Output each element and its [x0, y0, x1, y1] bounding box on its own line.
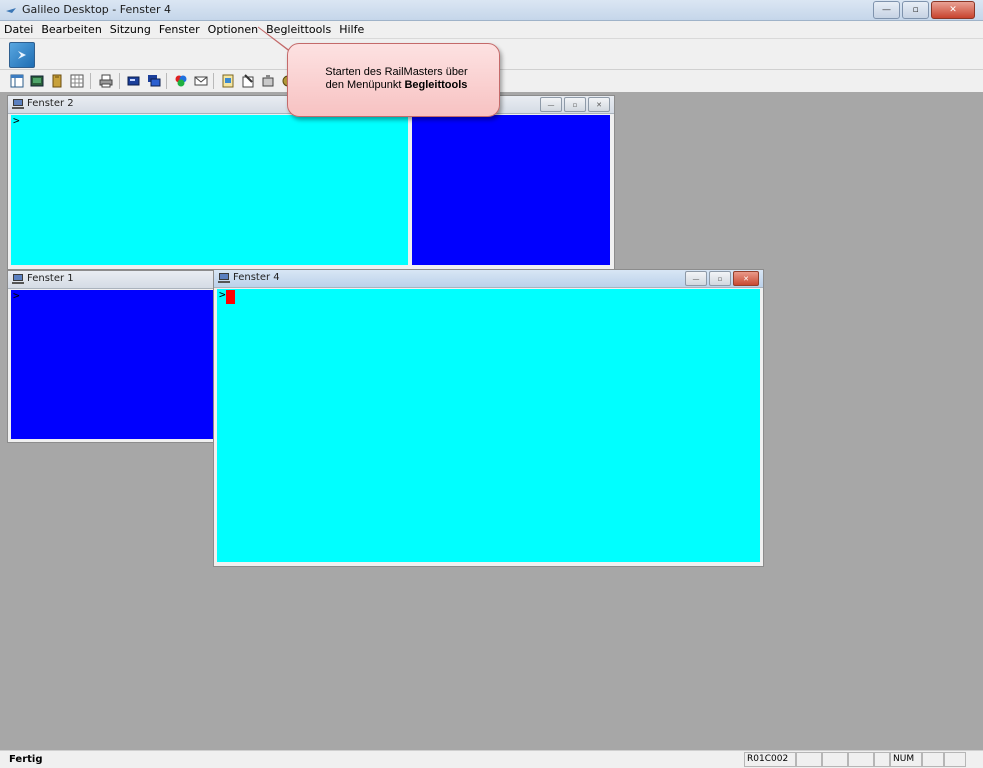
terminal-pane-left[interactable]: > [11, 114, 408, 265]
cursor-position-panel: R01C002 [744, 752, 796, 767]
terminal-window-icon [218, 273, 230, 283]
close-icon: ✕ [949, 5, 957, 15]
window-title: Fenster 1 [27, 273, 74, 284]
status-bar: Fertig R01C002 NUM [0, 750, 983, 768]
window-fenster-2[interactable]: Fenster 2 — ▫ ✕ > [7, 95, 615, 270]
text-cursor [226, 290, 235, 304]
status-panel [848, 752, 874, 767]
terminal-pane[interactable]: > [217, 288, 760, 562]
status-panel [796, 752, 822, 767]
terminal-window-icon [12, 274, 24, 284]
status-panel [874, 752, 890, 767]
status-panel [944, 752, 966, 767]
close-button[interactable]: ✕ [931, 1, 975, 19]
toolbar-separator [166, 73, 167, 89]
menu-fenster[interactable]: Fenster [155, 21, 204, 38]
callout-line-1: Starten des RailMasters über [325, 66, 468, 78]
maximize-icon: ▫ [572, 100, 578, 109]
minimize-button[interactable]: — [540, 97, 562, 112]
num-lock-indicator: NUM [890, 752, 922, 767]
menu-datei[interactable]: Datei [0, 21, 37, 38]
minimize-button[interactable]: — [873, 1, 900, 19]
menu-bar: Datei Bearbeiten Sitzung Fenster Optione… [0, 21, 983, 39]
terminal-window-icon [12, 99, 24, 109]
status-panel [922, 752, 944, 767]
callout-line-2-bold: Begleittools [404, 79, 468, 91]
color-palette-icon[interactable] [173, 73, 189, 89]
window-controls: — ▫ ✕ [871, 1, 975, 19]
close-button[interactable]: ✕ [733, 271, 759, 286]
window-layout-icon[interactable] [9, 73, 25, 89]
script-icon[interactable] [220, 73, 236, 89]
terminal-pane[interactable]: > [11, 289, 216, 439]
app-title-bar: Galileo Desktop - Fenster 4 — ▫ ✕ [0, 0, 983, 21]
minimize-icon: — [692, 274, 700, 283]
callout-line-2-prefix: den Menüpunkt [325, 79, 405, 91]
maximize-button[interactable]: ▫ [709, 271, 731, 286]
grid-icon[interactable] [69, 73, 85, 89]
terminal-prompt: > [219, 288, 226, 301]
minimize-icon: — [882, 5, 891, 15]
arrow-right-icon [18, 51, 26, 59]
window-fenster-4[interactable]: Fenster 4 — ▫ ✕ > [213, 269, 764, 567]
toolbar-separator [90, 73, 91, 89]
terminal-icon[interactable] [29, 73, 45, 89]
maximize-icon: ▫ [717, 274, 723, 283]
maximize-button[interactable]: ▫ [902, 1, 929, 19]
maximize-button[interactable]: ▫ [564, 97, 586, 112]
minimize-icon: — [547, 100, 555, 109]
callout-text: Starten des RailMasters über den Menüpun… [304, 66, 489, 92]
close-button[interactable]: ✕ [588, 97, 610, 112]
railmaster-launch-button[interactable] [9, 42, 35, 68]
close-icon: ✕ [596, 100, 602, 109]
book-icon[interactable] [49, 73, 65, 89]
close-icon: ✕ [743, 274, 749, 283]
menu-hilfe[interactable]: Hilfe [335, 21, 368, 38]
mdi-workspace: Fenster 2 — ▫ ✕ > Fenster 1 > Fenster 4 … [7, 93, 980, 748]
callout-annotation: Starten des RailMasters über den Menüpun… [287, 43, 500, 117]
copy-screen-icon[interactable] [146, 73, 162, 89]
print-icon[interactable] [98, 73, 114, 89]
terminal-prompt: > [13, 114, 20, 127]
screen-icon[interactable] [126, 73, 142, 89]
app-title: Galileo Desktop - Fenster 4 [22, 3, 172, 16]
window-title: Fenster 2 [27, 98, 74, 109]
menu-sitzung[interactable]: Sitzung [106, 21, 155, 38]
status-text: Fertig [9, 754, 43, 765]
window-controls: — ▫ ✕ [683, 271, 759, 286]
toolbar-separator [213, 73, 214, 89]
window-fenster-1[interactable]: Fenster 1 > [7, 270, 219, 443]
restore-icon: ▫ [912, 5, 919, 15]
terminal-pane-right[interactable] [412, 115, 610, 265]
minimize-button[interactable]: — [685, 271, 707, 286]
menu-bearbeiten[interactable]: Bearbeiten [37, 21, 105, 38]
window-title-bar[interactable]: Fenster 1 [8, 271, 218, 289]
status-panel [822, 752, 848, 767]
toolbar-separator [119, 73, 120, 89]
terminal-prompt: > [13, 289, 20, 302]
galileo-app-icon [6, 8, 16, 13]
window-title-bar[interactable]: Fenster 4 — ▫ ✕ [214, 270, 763, 288]
window-controls: — ▫ ✕ [538, 97, 610, 112]
window-title: Fenster 4 [233, 272, 280, 283]
mail-icon[interactable] [193, 73, 209, 89]
